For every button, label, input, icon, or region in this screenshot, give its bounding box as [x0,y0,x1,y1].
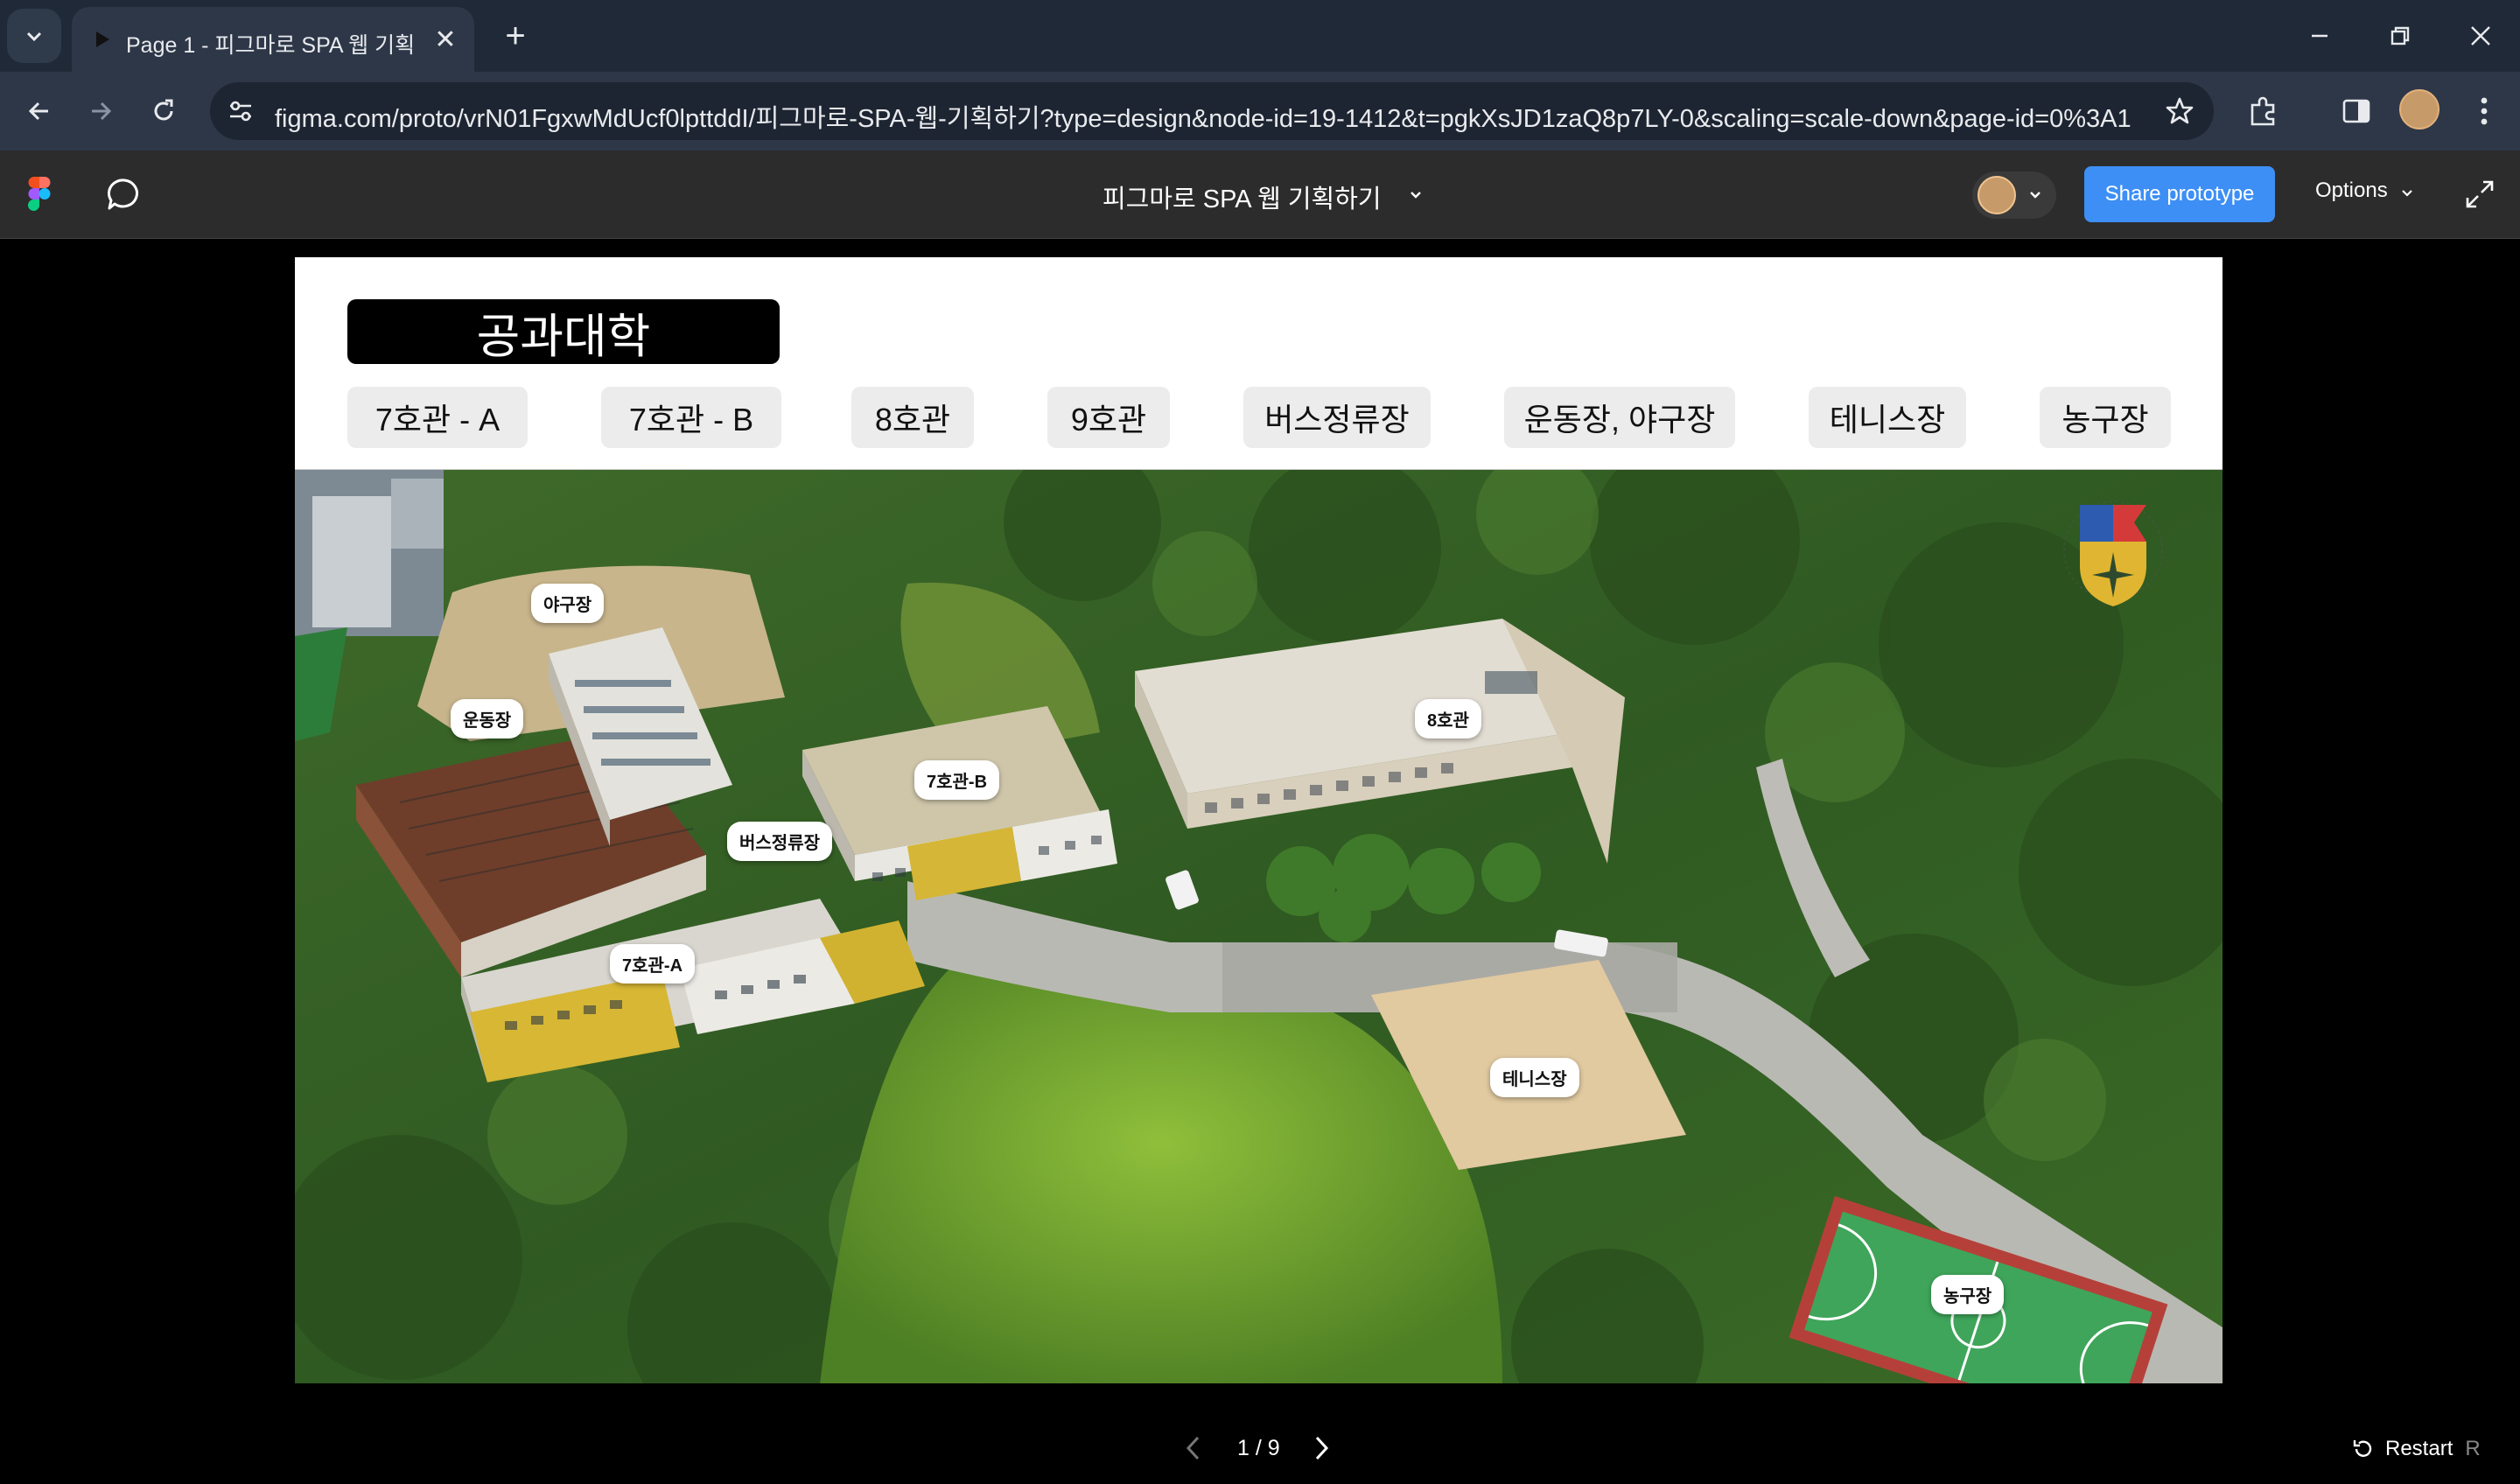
profile-avatar[interactable] [2399,89,2440,130]
nav-tennis[interactable]: 테니스장 [1809,387,1966,448]
building-nav: 7호관 - A 7호관 - B 8호관 9호관 버스정류장 운동장, 야구장 테… [295,387,2222,450]
map-pin-basketball[interactable]: 농구장 [1931,1275,2005,1314]
figma-prototype-bar: 피그마로 SPA 웹 기획하기 Share prototype Options [0,150,2520,239]
close-tab-icon[interactable]: ✕ [429,23,462,56]
close-window-icon[interactable] [2450,9,2511,63]
url-text: figma.com/proto/vrN01FgxwMdUcf0lpttddI/피… [275,105,2132,133]
page-indicator: 1 / 9 [1237,1435,1280,1460]
map-pin-7b[interactable]: 7호관-B [914,760,1000,800]
nav-7b[interactable]: 7호관 - B [601,387,781,448]
chevron-down-icon [26,32,42,42]
comment-icon[interactable] [103,173,145,215]
nav-8[interactable]: 8호관 [851,387,974,448]
tab-search-button[interactable] [7,9,61,63]
previous-page-icon[interactable] [1181,1426,1206,1470]
fullscreen-icon[interactable] [2462,177,2497,212]
tab-strip: Page 1 - 피그마로 SPA 웹 기획하기 ✕ + [0,0,2520,72]
nav-bus-stop[interactable]: 버스정류장 [1243,387,1431,448]
restart-shortcut: R [2465,1437,2481,1460]
share-prototype-button[interactable]: Share prototype [2084,166,2275,222]
new-tab-button[interactable]: + [494,14,537,58]
options-menu[interactable]: Options [2315,178,2388,203]
campus-aerial-photo: 야구장 운동장 7호관-B 버스정류장 8호관 7호관-A 테니스장 농구장 [295,469,2222,1383]
side-panel-icon[interactable] [2336,91,2376,131]
bookmark-star-icon[interactable] [2161,93,2198,130]
chevron-down-icon [2030,192,2040,199]
next-page-icon[interactable] [1309,1426,1334,1470]
nav-7a[interactable]: 7호관 - A [347,387,528,448]
more-menu-icon[interactable] [2464,91,2504,131]
page-title: 공과대학 [347,299,780,364]
map-pin-tennis[interactable]: 테니스장 [1490,1058,1579,1097]
prototype-frame: 공과대학 7호관 - A 7호관 - B 8호관 9호관 버스정류장 운동장, … [295,257,2222,1383]
forward-icon[interactable] [77,88,124,135]
restart-button[interactable]: Restart R [2350,1433,2481,1465]
map-pin-8[interactable]: 8호관 [1415,699,1481,738]
reload-icon[interactable] [140,88,187,135]
tab-title: Page 1 - 피그마로 SPA 웹 기획하기 [126,33,415,58]
browser-tab[interactable]: Page 1 - 피그마로 SPA 웹 기획하기 ✕ [72,7,474,72]
nav-basketball[interactable]: 농구장 [2040,387,2171,448]
figma-logo-icon[interactable] [28,177,51,212]
nav-9[interactable]: 9호관 [1047,387,1170,448]
figma-play-icon [89,26,116,52]
browser-toolbar: figma.com/proto/vrN01FgxwMdUcf0lpttddI/피… [0,72,2520,150]
restart-label: Restart [2385,1437,2454,1460]
restore-window-icon[interactable] [2370,9,2431,63]
map-pin-field[interactable]: 운동장 [451,699,524,738]
restart-icon [2353,1440,2372,1457]
nav-field-baseball[interactable]: 운동장, 야구장 [1504,387,1735,448]
map-pin-bus-stop[interactable]: 버스정류장 [727,822,832,861]
site-settings-icon[interactable] [226,96,256,126]
minimize-icon[interactable] [2289,9,2350,63]
extensions-icon[interactable] [2244,91,2284,131]
file-title[interactable]: 피그마로 SPA 웹 기획하기 [1102,178,1382,215]
back-icon[interactable] [16,88,63,135]
avatar [1978,176,2016,214]
chevron-down-icon[interactable] [2398,184,2417,203]
map-pin-baseball[interactable]: 야구장 [531,584,605,623]
chevron-down-icon[interactable] [1404,182,1428,206]
viewer-avatar-menu[interactable] [1972,172,2056,219]
address-bar[interactable]: figma.com/proto/vrN01FgxwMdUcf0lpttddI/피… [210,82,2214,140]
map-pin-7a[interactable]: 7호관-A [610,944,696,984]
